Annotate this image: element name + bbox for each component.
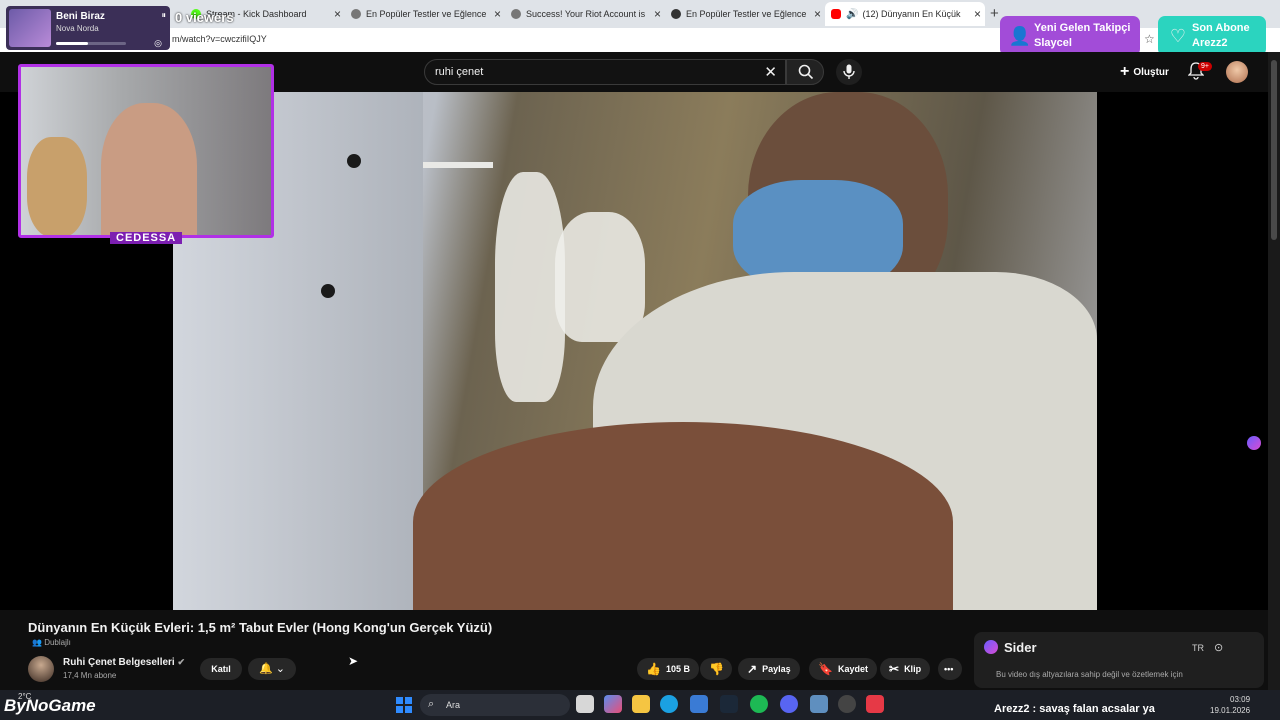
viewer-count: 0 viewers	[175, 10, 234, 25]
chevron-down-icon: ⌄	[275, 663, 285, 675]
dubbed-icon: 👥	[32, 638, 45, 647]
app-icon[interactable]	[810, 695, 828, 713]
sider-sidebar-icon[interactable]	[1247, 436, 1261, 450]
video-frame	[173, 92, 1097, 610]
like-button[interactable]: 👍 105 B	[637, 658, 699, 680]
record-icon: ◎	[154, 38, 162, 48]
share-icon: ↗	[747, 662, 758, 676]
settings-icon[interactable]: ⊙	[1214, 641, 1223, 654]
file-explorer-icon[interactable]	[632, 695, 650, 713]
close-tab-icon[interactable]: ×	[334, 7, 341, 21]
windows-taskbar: 2°C ByNoGame ⌕ Ara Arezz2 : savaş falan …	[0, 690, 1280, 720]
song-artist: Nova Norda	[56, 24, 99, 33]
album-cover	[9, 9, 51, 47]
browser-tab[interactable]: Success! Your Riot Account is now ×	[505, 2, 665, 26]
create-button[interactable]: + Oluştur	[1112, 60, 1177, 84]
globe-icon	[511, 9, 521, 19]
subscription-bell-button[interactable]: 🔔 ⌄	[248, 658, 296, 680]
pause-icon: ⏸	[161, 10, 166, 20]
more-icon: •••	[944, 664, 954, 674]
new-follower-alert: 👤 Yeni Gelen Takipçi Slaycel	[1000, 16, 1140, 56]
recording-app-icon[interactable]	[866, 695, 884, 713]
new-tab-button[interactable]: +	[990, 5, 999, 22]
notifications-badge: 9+	[1198, 62, 1212, 71]
bookmark-star-icon[interactable]: ☆	[1144, 32, 1155, 46]
thumbs-down-icon: 👎	[709, 662, 724, 676]
clip-button[interactable]: ✂ Klip	[880, 658, 931, 680]
search-button[interactable]	[786, 59, 824, 85]
page-favicon-icon	[671, 9, 681, 19]
discord-icon[interactable]	[780, 695, 798, 713]
follower-alert-heading: Yeni Gelen Takipçi	[1034, 22, 1131, 34]
now-playing-widget: Beni Biraz Nova Norda ⏸ ◎	[6, 6, 170, 50]
join-button[interactable]: Katıl	[200, 658, 242, 680]
scroll-thumb[interactable]	[1271, 60, 1277, 240]
share-button[interactable]: ↗ Paylaş	[738, 658, 800, 680]
browser-tab-active[interactable]: 🔊 (12) Dünyanın En Küçük Evler ×	[825, 2, 985, 26]
windows-start-icon[interactable]	[396, 697, 412, 713]
search-icon: ⌕	[428, 698, 435, 710]
user-plus-icon: 👤	[1008, 25, 1032, 46]
verified-icon: ✔	[177, 657, 186, 667]
mouse-cursor-icon: ➤	[348, 654, 359, 668]
user-avatar[interactable]	[1226, 61, 1248, 83]
sider-message: Bu video dış altyazılara sahip değil ve …	[996, 670, 1183, 679]
copilot-icon[interactable]	[604, 695, 622, 713]
close-tab-icon[interactable]: ×	[494, 7, 501, 21]
song-progress-fill	[56, 42, 88, 45]
sider-title: Sider	[1004, 640, 1037, 655]
url-text[interactable]: m/watch?v=cwczifiIQJY	[172, 34, 267, 44]
heart-icon: ♡	[1169, 25, 1187, 46]
follower-alert-name: Slaycel	[1034, 37, 1072, 49]
speaker-icon: 🔊	[846, 8, 859, 20]
edge-icon[interactable]	[660, 695, 678, 713]
subscriber-alert-heading: Son Abone	[1192, 22, 1250, 34]
new-subscriber-alert: ♡ Son Abone Arezz2	[1158, 16, 1266, 56]
webcam-overlay	[18, 64, 274, 238]
bell-icon: 🔔	[259, 663, 273, 675]
page-scrollbar[interactable]	[1268, 52, 1280, 690]
close-tab-icon[interactable]: ×	[974, 7, 981, 21]
close-tab-icon[interactable]: ×	[654, 7, 661, 21]
video-title: Dünyanın En Küçük Evleri: 1,5 m² Tabut E…	[28, 620, 493, 635]
store-icon[interactable]	[690, 695, 708, 713]
clear-search-icon[interactable]: ✕	[764, 63, 777, 81]
sider-logo-icon	[984, 640, 998, 654]
song-progress-bar	[56, 42, 126, 45]
youtube-favicon-icon	[831, 9, 841, 19]
song-title: Beni Biraz	[56, 11, 105, 22]
webcam-streamer-name: CEDESSA	[110, 232, 183, 244]
save-button[interactable]: 🔖 Kaydet	[809, 658, 877, 680]
app-icon[interactable]	[838, 695, 856, 713]
subscriber-count: 17,4 Mn abone	[63, 671, 117, 680]
sider-language-select[interactable]: TR	[1192, 643, 1204, 653]
chat-ticker: Arezz2 : savaş falan acsalar ya	[994, 703, 1155, 715]
plus-icon: +	[1120, 63, 1130, 80]
channel-name[interactable]: Ruhi Çenet Belgeselleri ✔	[63, 657, 185, 668]
browser-tab[interactable]: En Popüler Testler ve Eğlenceli Qu ×	[345, 2, 505, 26]
system-clock[interactable]: 03:09 19.01.2026	[1210, 694, 1250, 716]
channel-avatar[interactable]	[28, 656, 54, 682]
thumbs-up-icon: 👍	[646, 662, 661, 676]
search-input[interactable]: ruhi çenet ✕	[424, 59, 786, 85]
browser-tab[interactable]: En Popüler Testler ve Eğlenceli Qu ×	[665, 2, 825, 26]
close-tab-icon[interactable]: ×	[814, 7, 821, 21]
microphone-icon	[843, 64, 855, 79]
scissors-icon: ✂	[889, 662, 900, 676]
taskbar-search[interactable]: ⌕ Ara	[420, 694, 570, 716]
bookmark-icon: 🔖	[818, 662, 833, 676]
sider-panel: Sider TR ⊙ Bu video dış altyazılara sahi…	[974, 632, 1264, 688]
watermark-logo: ByNoGame	[4, 696, 96, 715]
dubbed-label: Dublajlı	[44, 638, 71, 647]
page-favicon-icon	[351, 9, 361, 19]
voice-search-button[interactable]	[836, 59, 862, 85]
spotify-icon[interactable]	[750, 695, 768, 713]
dislike-button[interactable]: 👎	[700, 658, 732, 680]
search-icon	[798, 64, 814, 80]
subscriber-alert-name: Arezz2	[1192, 37, 1228, 49]
task-view-icon[interactable]	[576, 695, 594, 713]
more-actions-button[interactable]: •••	[938, 658, 962, 680]
steam-icon[interactable]	[720, 695, 738, 713]
